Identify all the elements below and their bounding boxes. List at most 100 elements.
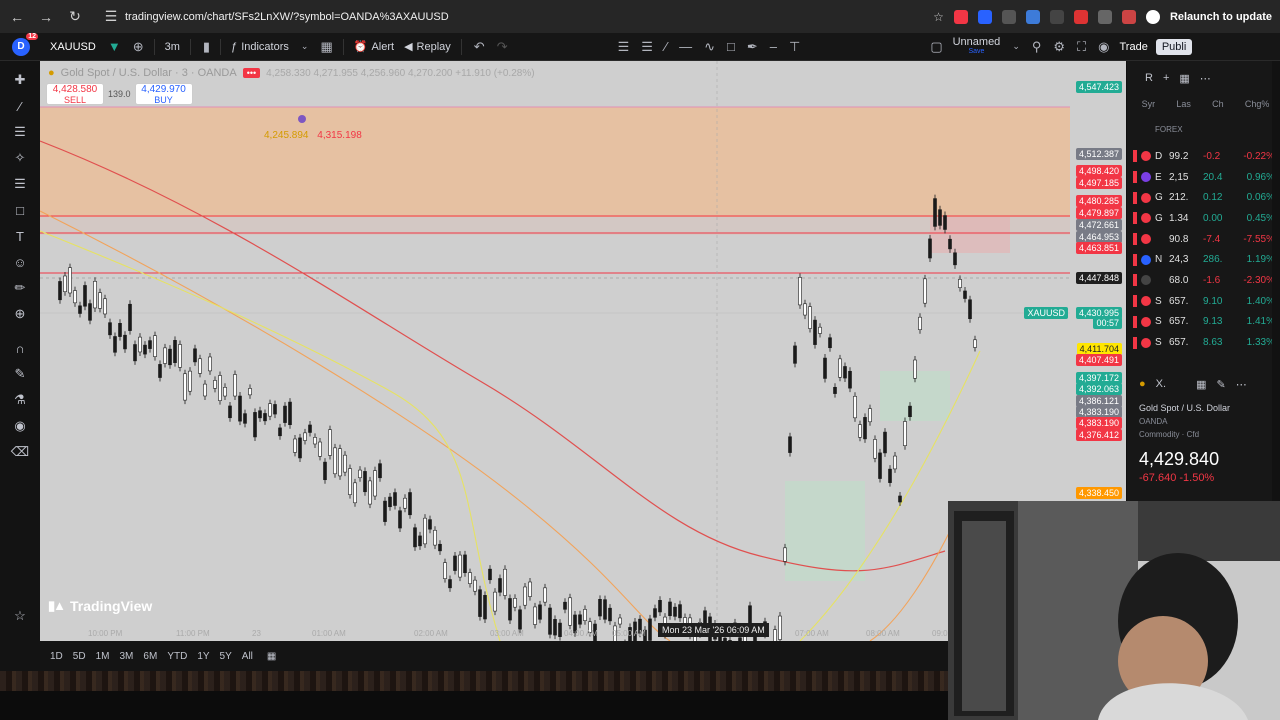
lock-icon[interactable]: ⚗ xyxy=(8,389,32,411)
watchlist-row[interactable]: S 657. 9.13 1.41% xyxy=(1127,312,1280,333)
interval-selector[interactable]: 3m xyxy=(165,41,180,53)
flag-marker[interactable] xyxy=(1133,150,1137,163)
watchlist-row[interactable]: 68.0 -1.6 -2.30% xyxy=(1127,270,1280,291)
pattern-icon[interactable]: ✧ xyxy=(8,147,32,169)
profile-avatar[interactable] xyxy=(1145,9,1160,24)
address-bar[interactable]: tradingview.com/chart/SFs2LnXW/?symbol=O… xyxy=(125,11,449,23)
watchlist-row[interactable]: G 1.34 0.00 0.45% xyxy=(1127,208,1280,229)
trade-button[interactable]: Trade xyxy=(1120,41,1148,53)
prediction-icon[interactable]: ☰ xyxy=(8,173,32,195)
extension-icon[interactable] xyxy=(977,9,992,24)
text-tool-icon[interactable]: ⊤ xyxy=(789,39,800,55)
range-button-5d[interactable]: 5D xyxy=(73,651,86,662)
alert-button[interactable]: ⏰ Alert xyxy=(354,40,394,54)
chart-type-icon[interactable]: ▮ xyxy=(203,39,210,55)
horizontal-line-icon[interactable]: — xyxy=(679,39,692,54)
watchlist-row[interactable]: S 657. 8.63 1.33% xyxy=(1127,332,1280,353)
extension-icon[interactable] xyxy=(1025,9,1040,24)
watchlist-section[interactable]: FOREX xyxy=(1127,125,1280,134)
watchlist-row[interactable]: N 24,3 286. 1.19% xyxy=(1127,249,1280,270)
sell-button[interactable]: 4,428.580 SELL xyxy=(46,83,104,105)
trash-icon[interactable]: ⌫ xyxy=(8,441,32,463)
legend-more-icon[interactable]: ••• xyxy=(242,68,261,78)
calendar-icon[interactable]: ▦ xyxy=(267,651,276,662)
chevron-down-icon[interactable]: ⌄ xyxy=(1012,41,1020,52)
flag-marker[interactable] xyxy=(1133,233,1137,246)
ray-icon[interactable]: – xyxy=(770,39,777,54)
undo-icon[interactable]: ↶ xyxy=(474,39,485,55)
star-icon[interactable]: ☆ xyxy=(933,10,944,24)
flag-marker[interactable] xyxy=(1133,295,1137,308)
crosshair-icon[interactable]: ✚ xyxy=(8,69,32,91)
more-icon[interactable]: ⋯ xyxy=(1200,72,1211,85)
compare-add-icon[interactable]: ⊕ xyxy=(133,39,144,55)
user-menu-icon[interactable]: D 12 xyxy=(12,32,38,56)
forward-icon[interactable]: → xyxy=(34,5,58,29)
layout-name-button[interactable]: Unnamed Save xyxy=(953,36,1001,57)
extension-icon[interactable] xyxy=(953,9,968,24)
symbol-search[interactable]: XAUUSD xyxy=(50,41,96,53)
text-icon[interactable]: T xyxy=(8,225,32,247)
brush-icon[interactable]: ✒ xyxy=(747,39,758,55)
flag-marker[interactable] xyxy=(1133,274,1137,287)
watchlist-name[interactable]: R xyxy=(1145,72,1153,84)
range-button-ytd[interactable]: YTD xyxy=(167,651,187,662)
search-icon[interactable]: ⚲ xyxy=(1032,39,1042,55)
publish-button[interactable]: Publi xyxy=(1155,38,1193,55)
favorites-icon[interactable]: ☆ xyxy=(8,605,32,627)
fib-icon[interactable]: ☰ xyxy=(8,121,32,143)
range-button-6m[interactable]: 6M xyxy=(143,651,157,662)
templates-icon[interactable]: ▦ xyxy=(320,39,332,55)
icons-icon[interactable]: ☺ xyxy=(8,251,32,273)
magnet-icon[interactable]: ∩ xyxy=(8,337,32,359)
pattern-icon[interactable]: ∿ xyxy=(704,39,715,55)
flag-marker[interactable] xyxy=(1133,315,1137,328)
drawing-tool-icon[interactable]: ☰ xyxy=(618,39,630,55)
range-button-all[interactable]: All xyxy=(242,651,253,662)
watchlist-column-header[interactable]: Syr xyxy=(1142,99,1156,109)
flag-marker[interactable] xyxy=(1133,171,1137,184)
extension-icon[interactable] xyxy=(1121,9,1136,24)
symbol-full-name[interactable]: Gold Spot / U.S. Dollar xyxy=(1127,403,1280,413)
trendline-icon[interactable]: ∕ xyxy=(665,39,667,54)
extension-icon[interactable] xyxy=(1097,9,1112,24)
flag-marker[interactable] xyxy=(1133,191,1137,204)
range-button-3m[interactable]: 3M xyxy=(120,651,134,662)
reload-icon[interactable]: ↻ xyxy=(63,5,87,29)
gear-icon[interactable]: ⚙ xyxy=(1053,39,1065,55)
legend-title[interactable]: Gold Spot / U.S. Dollar · 3 · OANDA xyxy=(61,67,237,79)
more-icon[interactable]: ⋯ xyxy=(1236,378,1247,391)
watchlist-row[interactable]: S 657. 9.10 1.40% xyxy=(1127,291,1280,312)
pencil-lock-icon[interactable]: ✎ xyxy=(8,363,32,385)
grid-icon[interactable]: ▦ xyxy=(1196,378,1206,391)
range-button-1d[interactable]: 1D xyxy=(50,651,63,662)
indicators-button[interactable]: ƒ Indicators xyxy=(231,41,289,53)
range-button-5y[interactable]: 5Y xyxy=(220,651,232,662)
add-symbol-icon[interactable]: + xyxy=(1163,72,1169,84)
watchlist-column-header[interactable]: Chg% xyxy=(1245,99,1270,109)
chevron-down-icon[interactable]: ⌄ xyxy=(301,41,309,52)
site-settings-icon[interactable]: ☰ xyxy=(99,5,123,29)
measure-icon[interactable]: ✏ xyxy=(8,277,32,299)
watchlist-row[interactable]: G 212. 0.12 0.06% xyxy=(1127,187,1280,208)
back-icon[interactable]: ← xyxy=(5,5,29,29)
camera-icon[interactable]: ◉ xyxy=(1098,39,1109,55)
flag-marker[interactable] xyxy=(1133,253,1137,266)
drawing-tool-icon[interactable]: ☰ xyxy=(641,39,653,55)
layout-icon[interactable]: ▢ xyxy=(930,39,942,55)
zoom-icon[interactable]: ⊕ xyxy=(8,303,32,325)
watchlist-row[interactable]: D 99.2 -0.2 -0.22% xyxy=(1127,146,1280,167)
watchlist-row[interactable]: E 2,15 20.4 0.96% xyxy=(1127,167,1280,188)
edit-icon[interactable]: ✎ xyxy=(1216,378,1225,391)
watchlist-column-header[interactable]: Las xyxy=(1176,99,1191,109)
watchlist-column-header[interactable]: Ch xyxy=(1212,99,1224,109)
shapes-icon[interactable]: □ xyxy=(8,199,32,221)
extension-icon[interactable] xyxy=(1073,9,1088,24)
buy-button[interactable]: 4,429.970 BUY xyxy=(134,83,193,105)
symbol-info-icon[interactable]: ▼ xyxy=(108,39,121,54)
fullscreen-icon[interactable]: ⛶ xyxy=(1077,39,1086,55)
replay-button[interactable]: ◀ Replay xyxy=(404,40,451,54)
extension-icon[interactable] xyxy=(1049,9,1064,24)
eye-icon[interactable]: ◉ xyxy=(8,415,32,437)
redo-icon[interactable]: ↷ xyxy=(497,39,508,55)
